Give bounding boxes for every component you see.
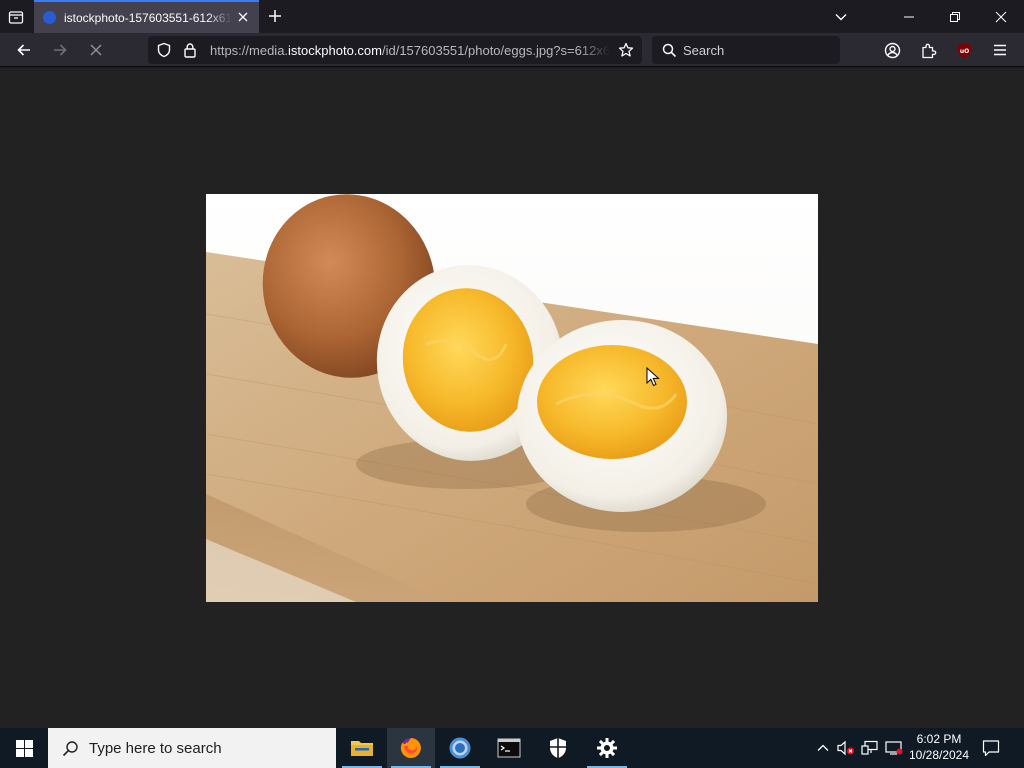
firefox-icon[interactable] <box>387 728 435 768</box>
network-icon[interactable] <box>860 738 880 758</box>
list-all-tabs-icon[interactable] <box>5 6 27 28</box>
bookmark-star-icon[interactable] <box>618 42 634 58</box>
chrome-icon[interactable] <box>436 728 484 768</box>
system-clock[interactable]: 6:02 PM 10/28/2024 <box>906 731 972 763</box>
ublock-origin-icon[interactable]: uO <box>951 37 977 63</box>
account-icon[interactable] <box>879 37 905 63</box>
eggs-photo[interactable] <box>206 194 818 602</box>
tab-title: istockphoto-157603551-612x612.jpg (JPEG … <box>64 10 232 25</box>
taskbar-search-placeholder: Type here to search <box>89 739 222 757</box>
chevron-down-icon[interactable] <box>818 0 864 33</box>
extensions-puzzle-icon[interactable] <box>915 37 941 63</box>
url-prefix: https://media. <box>210 43 289 58</box>
volume-muted-icon[interactable] <box>836 738 856 758</box>
action-center-icon[interactable] <box>980 738 1002 758</box>
search-icon <box>661 42 677 58</box>
url-host: istockphoto.com <box>288 43 382 58</box>
search-bar[interactable]: Search <box>652 36 840 64</box>
hamburger-menu-icon[interactable] <box>987 37 1013 63</box>
minimize-icon[interactable] <box>886 0 932 33</box>
taskbar-search-box[interactable]: Type here to search <box>48 728 336 768</box>
lock-icon[interactable] <box>182 42 198 58</box>
taskbar: Type here to search 6:02 PM 10/28/2024 <box>0 728 1024 768</box>
page-content <box>0 68 1024 728</box>
close-window-icon[interactable] <box>978 0 1024 33</box>
search-placeholder: Search <box>683 43 725 58</box>
clock-time: 6:02 PM <box>916 732 962 746</box>
display-notification-icon[interactable] <box>884 738 904 758</box>
url-path: /id/157603551/photo/eggs.jpg?s=612x612&w… <box>381 43 610 58</box>
show-hidden-icons-chevron-up-icon[interactable] <box>813 738 833 758</box>
svg-text:uO: uO <box>959 48 968 55</box>
tab-strip: istockphoto-157603551-612x612.jpg (JPEG … <box>0 0 1024 33</box>
mouse-cursor-icon <box>646 367 660 387</box>
navigation-toolbar: https://media.istockphoto.com/id/1576035… <box>0 33 1024 67</box>
new-tab-icon[interactable] <box>265 6 285 26</box>
settings-gear-icon[interactable] <box>583 728 631 768</box>
terminal-icon[interactable] <box>485 728 533 768</box>
address-bar[interactable]: https://media.istockphoto.com/id/1576035… <box>148 36 642 64</box>
clock-date: 10/28/2024 <box>908 748 970 762</box>
forward-arrow-icon[interactable] <box>47 37 73 63</box>
stop-loading-icon[interactable] <box>83 37 109 63</box>
close-tab-icon[interactable] <box>235 9 251 25</box>
tracking-protection-shield-icon[interactable] <box>156 42 172 58</box>
restore-icon[interactable] <box>932 0 978 33</box>
windows-start-icon[interactable] <box>0 728 48 768</box>
tab-active[interactable]: istockphoto-157603551-612x612.jpg (JPEG … <box>34 0 259 33</box>
file-explorer-icon[interactable] <box>338 728 386 768</box>
tab-favicon-icon <box>43 11 56 24</box>
search-icon <box>62 740 79 757</box>
windows-security-shield-icon[interactable] <box>534 728 582 768</box>
url-text[interactable]: https://media.istockphoto.com/id/1576035… <box>210 43 610 58</box>
back-arrow-icon[interactable] <box>11 37 37 63</box>
